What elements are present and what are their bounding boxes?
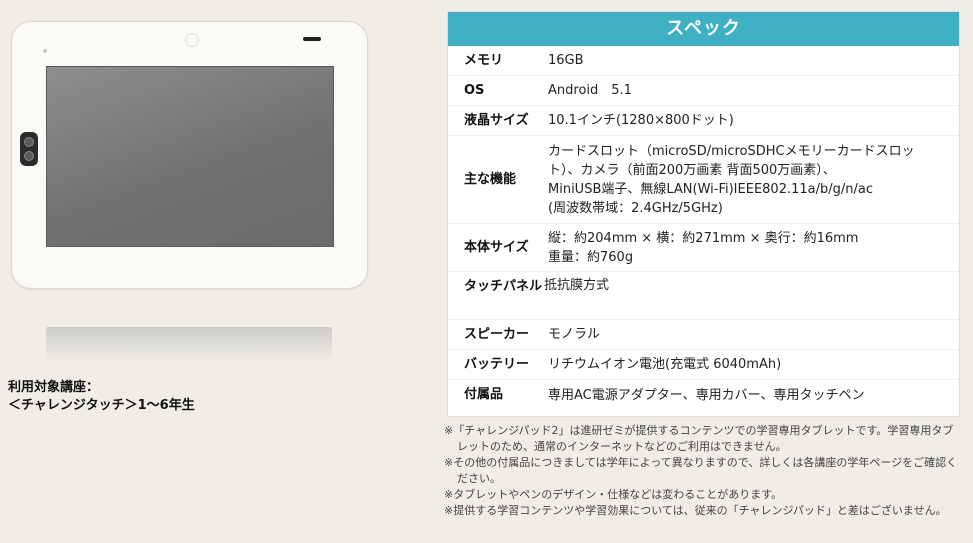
spec-key: タッチパネル (464, 279, 543, 294)
speaker-grille (303, 37, 321, 41)
spec-row-features: 主な機能 カードスロット（microSD/microSDHCメモリーカードスロッ… (448, 136, 959, 224)
spec-key: スピーカー (464, 326, 530, 342)
spec-value: 専用AC電源アダプター、専用カバー、専用タッチペン (548, 380, 959, 410)
target-course-name: ＜チャレンジタッチ＞1～6年生 (8, 398, 195, 413)
spec-row-memory: メモリ 16GB (448, 46, 959, 76)
spec-value-line: リチウムイオン電池(充電式 6040mAh) (548, 357, 782, 372)
spec-value-line: (周波数帯域：2.4GHz/5GHz) (548, 200, 723, 216)
spec-row-accessories: 付属品 専用AC電源アダプター、専用カバー、専用タッチペン (448, 380, 959, 410)
spec-value-line: 16GB (548, 53, 584, 68)
footnote: ※「チャレンジパッド2」は進研ゼミが提供するコンテンツでの学習専用タブレットです… (444, 424, 954, 453)
spec-value-line: MiniUSB端子、無線LAN(Wi-Fi)IEEE802.11a/b/g/n/… (548, 181, 873, 197)
tablet-reflection (46, 327, 332, 363)
spec-value: Android 5.1 (548, 76, 959, 105)
camera-lens (24, 137, 34, 147)
spec-row-display: 液晶サイズ 10.1インチ(1280×800ドット) (448, 106, 959, 136)
spec-value: モノラル (548, 320, 959, 349)
spec-value: 抵抗膜方式 (544, 272, 959, 319)
spec-key: メモリ (464, 52, 504, 68)
spec-value: 10.1インチ(1280×800ドット) (548, 106, 959, 135)
spec-row-speaker: スピーカー モノラル (448, 320, 959, 350)
spec-value-line: 専用AC電源アダプター、専用カバー、専用タッチペン (548, 387, 865, 403)
spec-value: リチウムイオン電池(充電式 6040mAh) (548, 350, 959, 379)
spec-key: OS (464, 82, 485, 98)
spec-key: バッテリー (464, 356, 530, 372)
spec-value-line: 10.1インチ(1280×800ドット) (548, 113, 734, 128)
spec-row-touch-panel: タッチパネル 抵抗膜方式 (448, 272, 959, 320)
spec-value: 縦：約204mm × 横：約271mm × 奥行：約16mm 重量：約760g (548, 224, 959, 271)
spec-value-line: モノラル (548, 327, 601, 342)
target-course-heading: 利用対象講座： (8, 380, 100, 395)
spec-key: 液晶サイズ (464, 112, 529, 128)
footnote: ※その他の付属品につきましては学年によって異なりますので、詳しくは各講座の学年ペ… (444, 456, 958, 485)
spec-key: 本体サイズ (464, 239, 529, 255)
spec-row-size: 本体サイズ 縦：約204mm × 横：約271mm × 奥行：約16mm 重量：… (448, 224, 959, 272)
spec-table: スペック メモリ 16GB OS Android 5.1 液晶サイズ 10.1イ… (447, 11, 960, 417)
light-sensor (43, 49, 47, 53)
front-camera (185, 33, 199, 47)
spec-value-line: Android 5.1 (548, 83, 632, 98)
spec-key: 付属品 (464, 387, 504, 402)
target-course-label: 利用対象講座： ＜チャレンジタッチ＞1～6年生 (8, 379, 195, 415)
tablet-screen (46, 66, 334, 247)
spec-value: カードスロット（microSD/microSDHCメモリーカードスロッ ト）、カ… (548, 136, 959, 223)
spec-value-line: 抵抗膜方式 (544, 278, 610, 293)
side-camera-module (20, 132, 38, 166)
spec-value-line: カードスロット（microSD/microSDHCメモリーカードスロッ (548, 143, 915, 159)
spec-value-line: 縦：約204mm × 横：約271mm × 奥行：約16mm (548, 230, 859, 246)
spec-row-os: OS Android 5.1 (448, 76, 959, 106)
spec-title: スペック (448, 12, 959, 46)
footnotes: ※「チャレンジパッド2」は進研ゼミが提供するコンテンツでの学習専用タブレットです… (444, 423, 964, 519)
spec-value-line: 重量：約760g (548, 249, 634, 265)
spec-value: 16GB (548, 46, 959, 75)
spec-value-line: ト）、カメラ（前面200万画素 背面500万画素）、 (548, 162, 836, 178)
spec-row-battery: バッテリー リチウムイオン電池(充電式 6040mAh) (448, 350, 959, 380)
tablet-image (11, 21, 368, 289)
spec-key: 主な機能 (464, 171, 517, 187)
camera-lens (24, 151, 34, 161)
footnote: ※提供する学習コンテンツや学習効果については、従来の「チャレンジパッド」と差はご… (444, 504, 947, 517)
footnote: ※タブレットやペンのデザイン・仕様などは変わることがあります。 (444, 488, 783, 501)
